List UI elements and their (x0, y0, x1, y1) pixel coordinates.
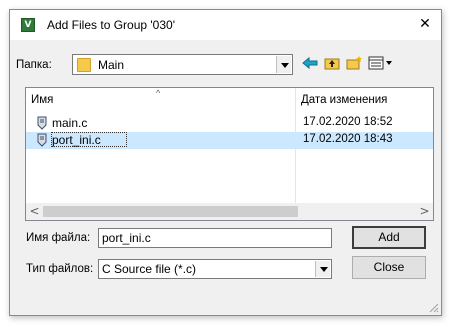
filetype-label: Тип файлов: (26, 263, 94, 275)
scroll-left-icon[interactable]: < (26, 203, 43, 220)
filetype-value: C Source file (*.c) (102, 262, 197, 276)
view-menu-icon (368, 56, 392, 70)
horizontal-scrollbar[interactable]: < > (26, 203, 433, 220)
folder-icon (77, 58, 91, 72)
add-button[interactable]: Add (352, 226, 426, 249)
chevron-down-icon (320, 267, 328, 272)
back-button[interactable] (300, 56, 320, 74)
up-folder-icon (324, 58, 340, 70)
c-source-file-icon (37, 116, 47, 130)
filetype-dropdown-button[interactable] (315, 261, 330, 277)
location-dropdown-button[interactable] (276, 56, 291, 73)
list-item[interactable]: main.c 17.02.2020 18:52 (26, 115, 433, 132)
app-icon: V (21, 18, 35, 32)
column-divider (295, 88, 296, 220)
list-item-selected[interactable]: port_ini.c 17.02.2020 18:43 (26, 132, 433, 149)
c-source-file-icon (37, 133, 47, 147)
scrollbar-thumb[interactable] (43, 206, 298, 217)
add-files-dialog: V Add Files to Group '030' ✕ Папка: Main (9, 9, 442, 316)
filename-label: Имя файла: (26, 232, 91, 244)
window-title: Add Files to Group '030' (47, 18, 175, 32)
file-name: main.c (52, 116, 88, 130)
column-header-modified[interactable]: Дата изменения (296, 88, 433, 112)
title-bar[interactable]: V Add Files to Group '030' ✕ (10, 10, 441, 40)
file-list[interactable]: Имя ^ Дата изменения main.c 17.02.2020 1… (25, 87, 434, 221)
scroll-right-icon[interactable]: > (416, 203, 433, 220)
resize-grip-icon[interactable] (427, 301, 439, 313)
new-folder-button[interactable] (344, 56, 364, 74)
new-folder-icon (346, 56, 362, 70)
file-date: 17.02.2020 18:43 (303, 133, 393, 145)
file-date: 17.02.2020 18:52 (303, 116, 393, 128)
location-label: Папка: (16, 59, 52, 71)
file-name: port_ini.c (52, 133, 101, 147)
view-menu-button[interactable] (367, 56, 395, 74)
sort-ascending-icon: ^ (156, 88, 161, 98)
location-combo[interactable]: Main (72, 54, 293, 75)
location-value: Main (98, 58, 125, 72)
back-arrow-icon (302, 56, 318, 70)
close-window-icon[interactable]: ✕ (409, 10, 441, 40)
chevron-down-icon (281, 63, 289, 68)
column-header-name[interactable]: Имя (26, 88, 295, 112)
filename-field[interactable]: port_ini.c (98, 228, 332, 248)
close-button[interactable]: Close (352, 256, 426, 279)
filetype-combo[interactable]: C Source file (*.c) (98, 259, 332, 279)
up-folder-button[interactable] (322, 56, 342, 74)
